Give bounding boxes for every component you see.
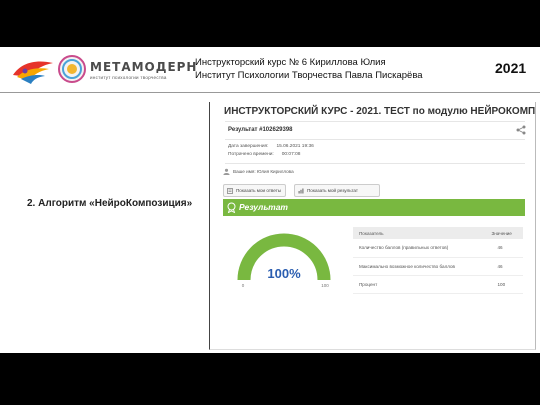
table-cell-indicator: Максимально возможное количество баллов (353, 257, 474, 276)
show-result-button[interactable]: Показать мой результат (294, 184, 380, 197)
show-answers-button[interactable]: Показать мои ответы (223, 184, 286, 197)
spent-label: Потрачено времени: (228, 152, 274, 157)
result-id: Результат #102629398 (228, 127, 293, 133)
table-cell-value: 100 (473, 275, 523, 294)
user-name: Ваше имя: Юлия Кириллова (233, 169, 294, 174)
table-cell-value: 46 (473, 239, 523, 258)
table-header-indicator: Показатель (353, 227, 474, 239)
course-title: ИНСТРУКТОРСКИЙ КУРС - 2021. ТЕСТ по моду… (224, 106, 536, 117)
table-row: Максимально возможное количество баллов … (353, 257, 523, 276)
table-cell-indicator: Количество баллов (правильных ответов) (353, 239, 474, 258)
table-row: Количество баллов (правильных ответов) 4… (353, 239, 523, 258)
header-institute-line: Институт Психологии Творчества Павла Пис… (195, 70, 423, 81)
answers-icon (227, 188, 233, 194)
user-icon (223, 168, 230, 175)
result-id-divider (225, 139, 525, 140)
test-result-screenshot: ИНСТРУКТОРСКИЙ КУРС - 2021. ТЕСТ по моду… (209, 102, 536, 350)
result-heading: Результат (239, 202, 288, 212)
completed-value: 15.06.2021 19:36 (276, 144, 314, 149)
year-label: 2021 (495, 60, 527, 76)
completed-label: Дата завершения: (228, 144, 269, 149)
header-course-line: Инструкторский курс № 6 Кириллова Юлия (195, 57, 386, 68)
table-row: Процент 100 (353, 275, 523, 294)
show-answers-label: Показать мои ответы (236, 188, 282, 193)
gauge-percent-label: 100% (267, 266, 301, 281)
brand-subtitle: институт психологии творчества (90, 75, 167, 80)
table-header-value: Значение (473, 227, 523, 239)
gauge-max-label: 100 (321, 283, 329, 288)
metamodern-wing-logo-icon (13, 61, 53, 84)
metamodern-circle-logo-icon (58, 55, 86, 83)
gauge-min-label: 0 (242, 283, 245, 288)
slide-label: 2. Алгоритм «НейроКомпозиция» (27, 198, 193, 209)
table-header-row: Показатель Значение (353, 227, 523, 239)
title-divider (225, 121, 525, 122)
share-icon[interactable] (516, 125, 526, 135)
result-table: Показатель Значение Количество баллов (п… (353, 227, 523, 294)
result-section-header: Результат (223, 199, 525, 216)
header-divider (0, 92, 540, 93)
spent-row: Потрачено времени: 00:07:08 (228, 152, 300, 157)
spent-value: 00:07:08 (281, 152, 301, 157)
award-icon (227, 202, 236, 213)
score-gauge: 100% 0 100 (237, 233, 331, 288)
table-cell-value: 46 (473, 257, 523, 276)
completed-row: Дата завершения: 15.06.2021 19:36 (228, 144, 314, 149)
meta-divider (225, 163, 525, 164)
table-cell-indicator: Процент (353, 275, 474, 294)
show-result-label: Показать мой результат (307, 188, 358, 193)
brand-name: МЕТАМОДЕРН (90, 60, 198, 74)
slide: МЕТАМОДЕРН институт психологии творчеств… (0, 47, 540, 353)
result-icon (298, 188, 304, 194)
